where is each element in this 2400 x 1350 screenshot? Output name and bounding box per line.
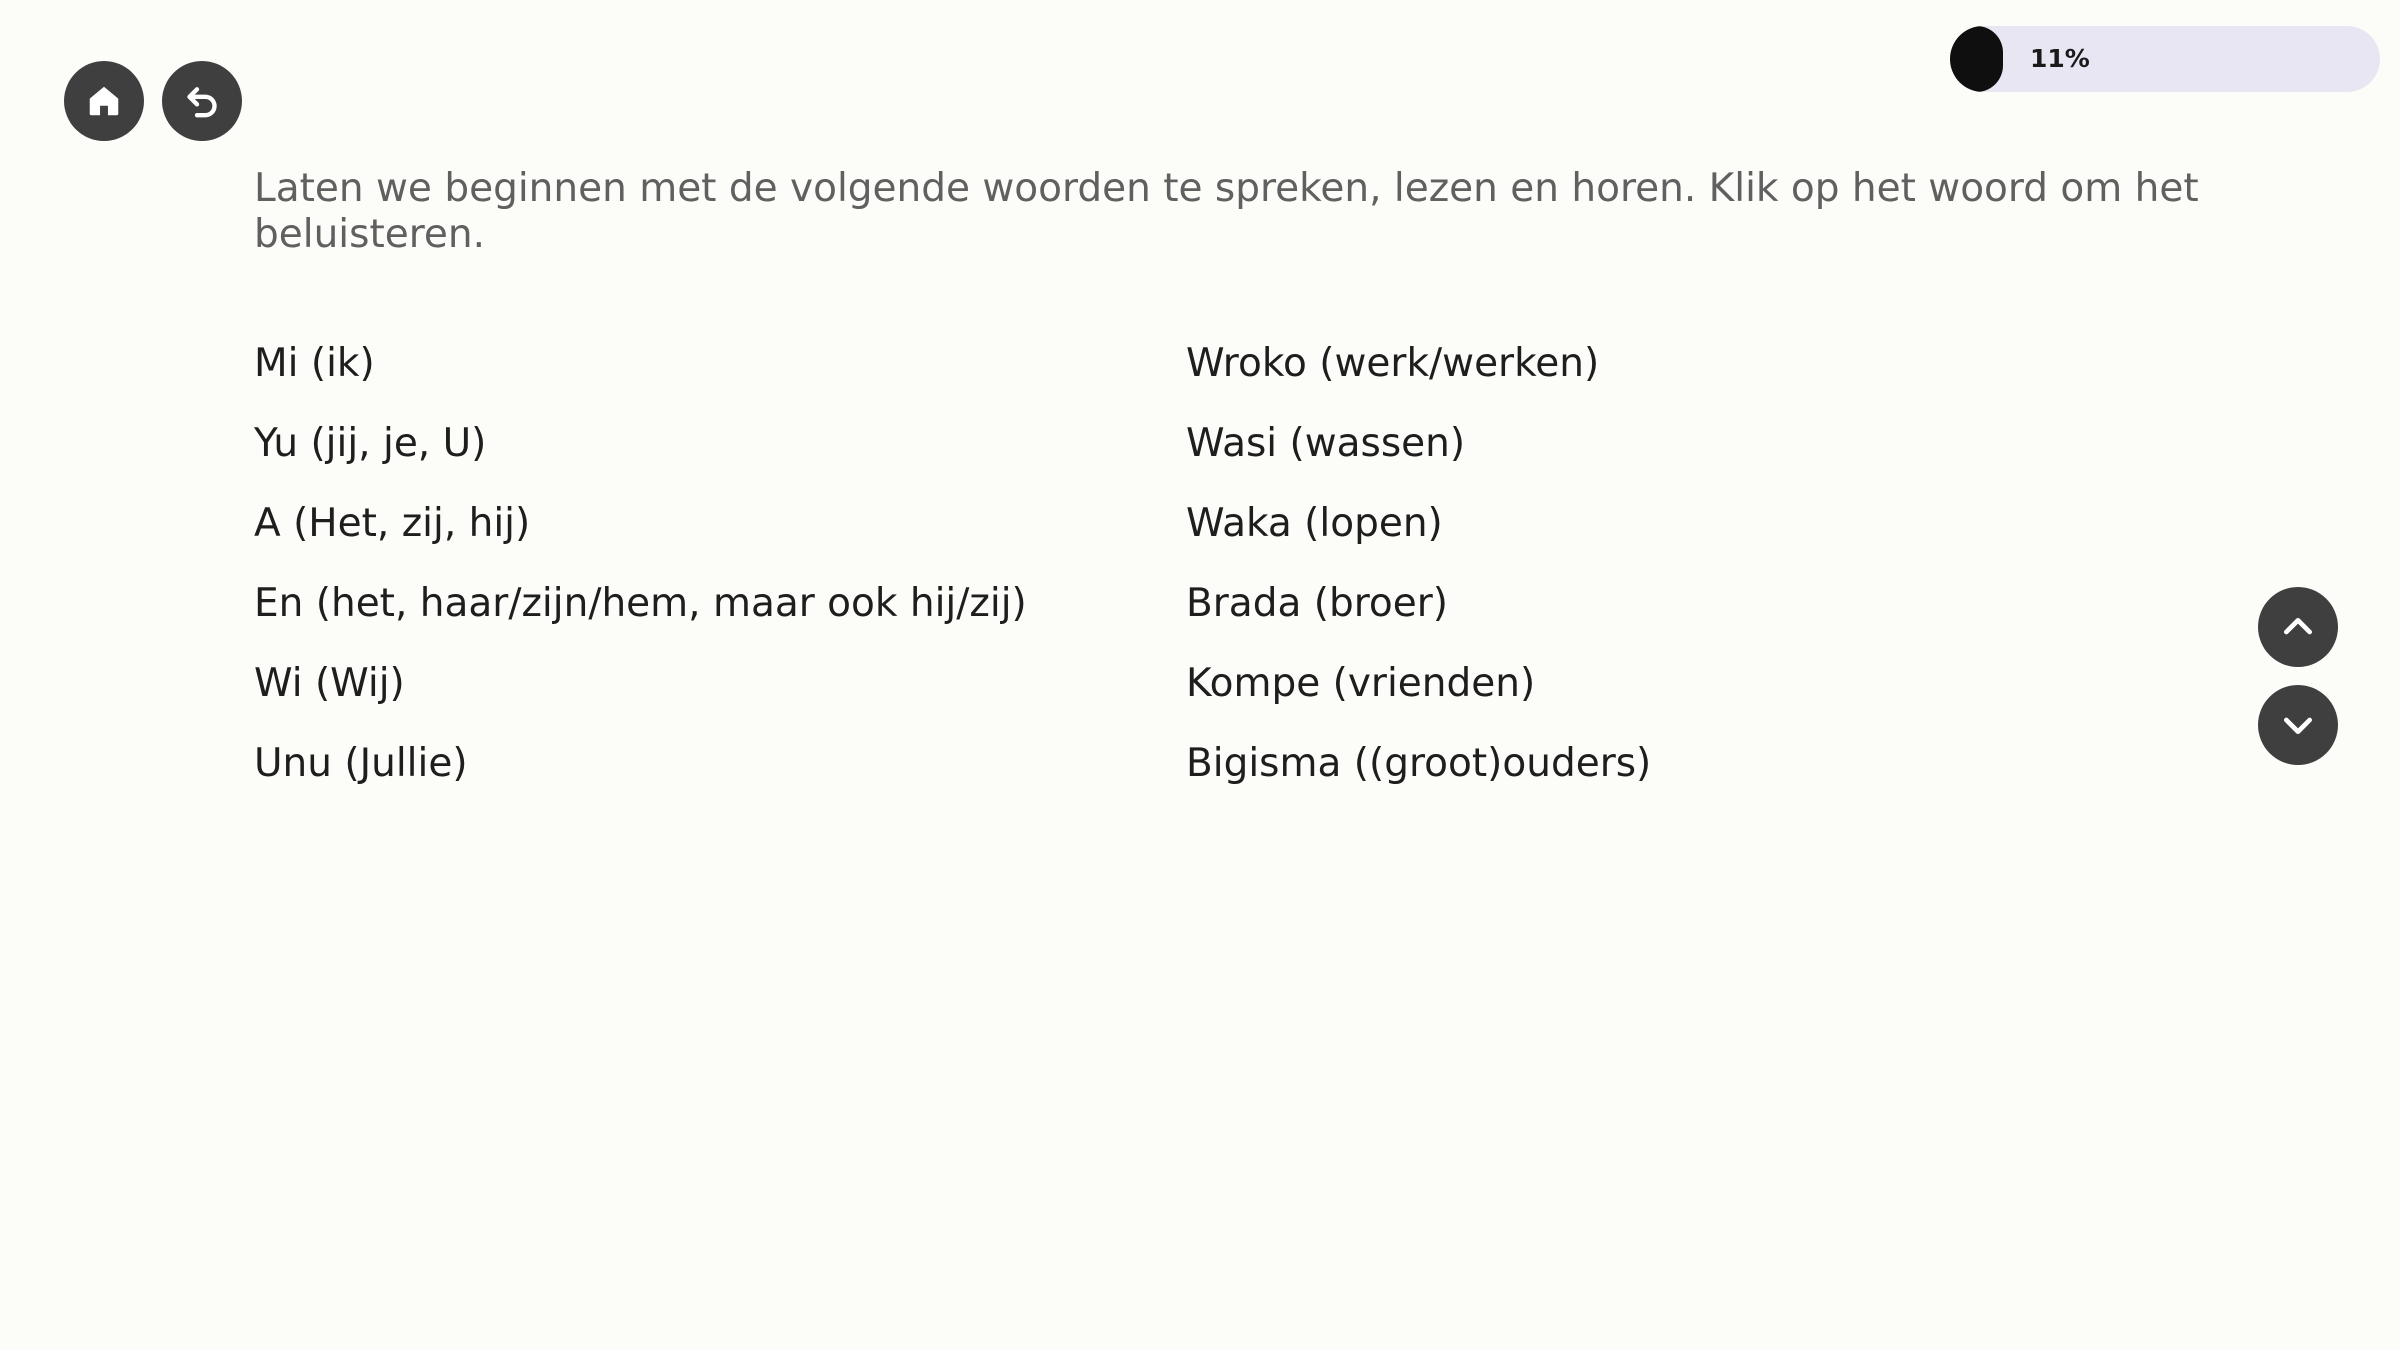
word-list-left: Mi (ik) Yu (jij, je, U) A (Het, zij, hij… — [254, 340, 1027, 820]
progress-bar: 11% — [1950, 26, 2380, 92]
undo-arrow-icon — [182, 81, 222, 121]
chevron-up-icon — [2278, 607, 2318, 647]
home-icon — [85, 82, 123, 120]
back-button[interactable] — [162, 61, 242, 141]
word-item[interactable]: Mi (ik) — [254, 340, 1027, 388]
lesson-page: 11% Laten we beginnen met de volgende wo… — [0, 0, 2400, 1350]
word-list-right: Wroko (werk/werken) Wasi (wassen) Waka (… — [1186, 340, 1651, 820]
scroll-controls — [2258, 587, 2338, 765]
word-item[interactable]: Unu (Jullie) — [254, 740, 1027, 788]
progress-fill — [1950, 26, 2003, 92]
word-item[interactable]: Wasi (wassen) — [1186, 420, 1651, 468]
word-item[interactable]: Wi (Wij) — [254, 660, 1027, 708]
word-item[interactable]: Yu (jij, je, U) — [254, 420, 1027, 468]
home-button[interactable] — [64, 61, 144, 141]
word-item[interactable]: Kompe (vrienden) — [1186, 660, 1651, 708]
word-item[interactable]: A (Het, zij, hij) — [254, 500, 1027, 548]
word-item[interactable]: Waka (lopen) — [1186, 500, 1651, 548]
top-nav — [64, 61, 242, 141]
word-item[interactable]: En (het, haar/zijn/hem, maar ook hij/zij… — [254, 580, 1027, 628]
progress-label: 11% — [2030, 44, 2090, 73]
scroll-down-button[interactable] — [2258, 685, 2338, 765]
chevron-down-icon — [2278, 705, 2318, 745]
word-item[interactable]: Bigisma ((groot)ouders) — [1186, 740, 1651, 788]
word-item[interactable]: Wroko (werk/werken) — [1186, 340, 1651, 388]
word-item[interactable]: Brada (broer) — [1186, 580, 1651, 628]
instruction-text: Laten we beginnen met de volgende woorde… — [254, 166, 2199, 257]
scroll-up-button[interactable] — [2258, 587, 2338, 667]
